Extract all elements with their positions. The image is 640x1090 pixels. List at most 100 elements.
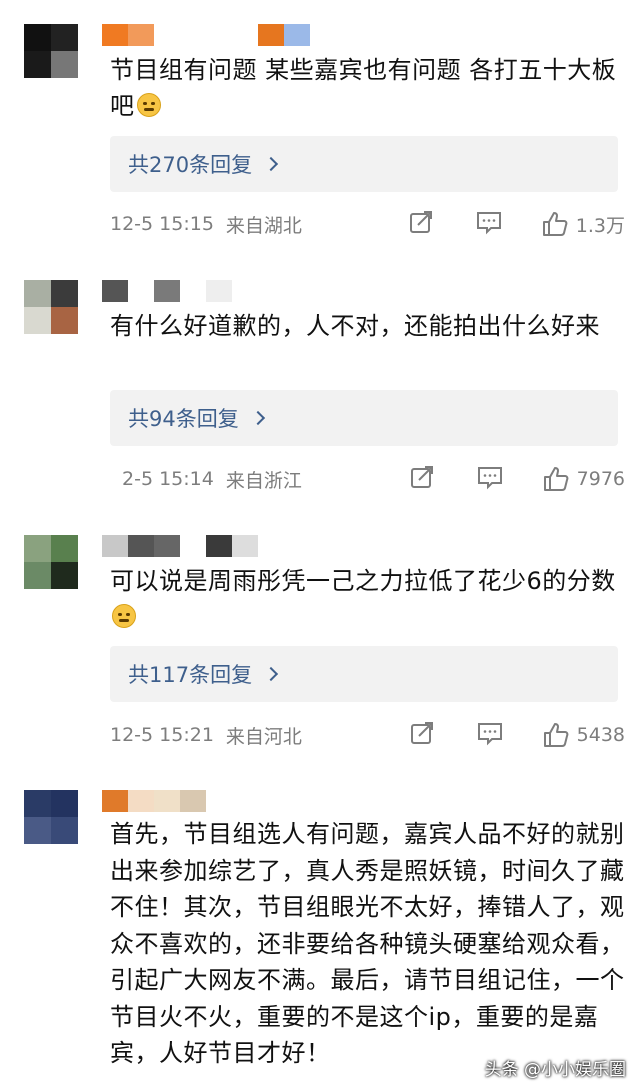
comment-icon [476,211,501,234]
like-icon [543,723,569,747]
share-icon [410,465,433,488]
username-pixel [154,24,180,46]
action-bar: 1.3万 [408,209,625,239]
avatar[interactable] [24,535,78,589]
share-icon [409,210,432,233]
avatar-pixel [51,817,78,844]
username-pixel [154,535,180,557]
username-pixel [154,280,180,302]
avatar[interactable] [24,280,78,334]
like-button[interactable]: 5438 [543,722,625,748]
laugh-cry-emoji-icon [136,93,161,117]
like-icon [543,467,569,491]
comment-text: 可以说是周雨彤凭一己之力拉低了花少6的分数 [110,563,625,635]
username-pixel [206,24,232,46]
comment-meta: 2-5 15:14 来自浙江 7976 [110,464,625,494]
timestamp: 12-5 15:21 [110,724,214,746]
comment-item: 节目组有问题 某些嘉宾也有问题 各打五十大板吧 共270条回复 12-5 15:… [0,24,640,254]
username-pixel [258,24,284,46]
avatar-pixel [24,562,51,589]
avatar[interactable] [24,24,78,78]
like-count: 5438 [576,724,625,746]
avatar[interactable] [24,790,78,844]
comment-item: 有什么好道歉的，人不对，还能拍出什么好来 共94条回复 2-5 15:14 来自… [0,280,640,510]
share-button[interactable] [408,209,434,240]
timestamp: 2-5 15:14 [122,468,214,490]
username-pixel [206,535,232,557]
comment-meta: 12-5 15:21 来自河北 5438 [110,720,625,750]
action-bar: 5438 [409,720,625,750]
avatar-pixel [24,51,51,78]
avatar-pixel [24,535,51,562]
username-pixel [102,535,128,557]
location: 来自浙江 [225,469,302,492]
username-pixel [284,24,310,46]
avatar-pixel [24,24,51,51]
replies-label: 共270条回复 [128,153,253,177]
comment-button[interactable] [477,464,503,495]
avatar-pixel [51,307,78,334]
username-pixel [180,535,206,557]
comment-icon [477,722,502,745]
comment-button[interactable] [477,720,503,751]
chevron-right-icon [264,156,279,172]
username-pixel [232,535,258,557]
avatar-pixel [51,280,78,307]
replies-label: 共94条回复 [128,407,239,431]
location: 来自湖北 [225,214,302,237]
avatar-pixel [51,790,78,817]
location: 来自河北 [225,725,302,748]
chevron-right-icon [264,666,279,682]
like-button[interactable]: 1.3万 [542,211,625,238]
avatar-pixel [51,562,78,589]
username-pixel [232,24,258,46]
like-icon [542,212,568,236]
username-pixel [180,790,206,812]
watermark: 头条 @小小娱乐圈 [484,1060,626,1080]
username-redacted[interactable] [102,280,232,302]
comment-item: 首先，节目组选人有问题，嘉宾人品不好的就别出来参加综艺了，真人秀是照妖镜，时间久… [0,790,640,1090]
action-bar: 7976 [409,464,625,494]
replies-button[interactable]: 共117条回复 [110,646,618,702]
chevron-right-icon [250,410,265,426]
username-pixel [128,24,154,46]
like-button[interactable]: 7976 [543,466,625,492]
avatar-pixel [51,51,78,78]
comment-icon [477,466,502,489]
like-count: 1.3万 [575,214,625,237]
username-pixel [102,24,128,46]
avatar-pixel [51,24,78,51]
username-pixel [128,790,154,812]
replies-button[interactable]: 共94条回复 [110,390,618,446]
share-icon [410,721,433,744]
username-pixel [128,280,154,302]
username-pixel [128,535,154,557]
username-pixel [102,280,128,302]
comment-item: 可以说是周雨彤凭一己之力拉低了花少6的分数 共117条回复 12-5 15:21… [0,535,640,765]
username-pixel [180,24,206,46]
share-button[interactable] [409,464,435,495]
username-redacted[interactable] [102,790,206,812]
comment-meta: 12-5 15:15 来自湖北 1.3万 [110,209,625,239]
like-count: 7976 [576,468,625,490]
username-redacted[interactable] [102,535,258,557]
comment-text: 有什么好道歉的，人不对，还能拍出什么好来 [110,312,600,340]
username-pixel [102,790,128,812]
replies-button[interactable]: 共270条回复 [110,136,618,192]
username-redacted[interactable] [102,24,310,46]
username-pixel [206,280,232,302]
avatar-pixel [24,280,51,307]
username-pixel [180,280,206,302]
avatar-pixel [24,307,51,334]
comment-text: 节目组有问题 某些嘉宾也有问题 各打五十大板吧 [110,56,617,120]
username-pixel [154,790,180,812]
avatar-pixel [24,790,51,817]
timestamp: 12-5 15:15 [110,213,214,235]
share-button[interactable] [409,720,435,751]
replies-label: 共117条回复 [128,663,253,687]
avatar-pixel [51,535,78,562]
comment-text: 首先，节目组选人有问题，嘉宾人品不好的就别出来参加综艺了，真人秀是照妖镜，时间久… [110,820,625,1067]
avatar-pixel [24,817,51,844]
smirk-emoji-icon [112,604,136,628]
comment-button[interactable] [476,209,502,240]
